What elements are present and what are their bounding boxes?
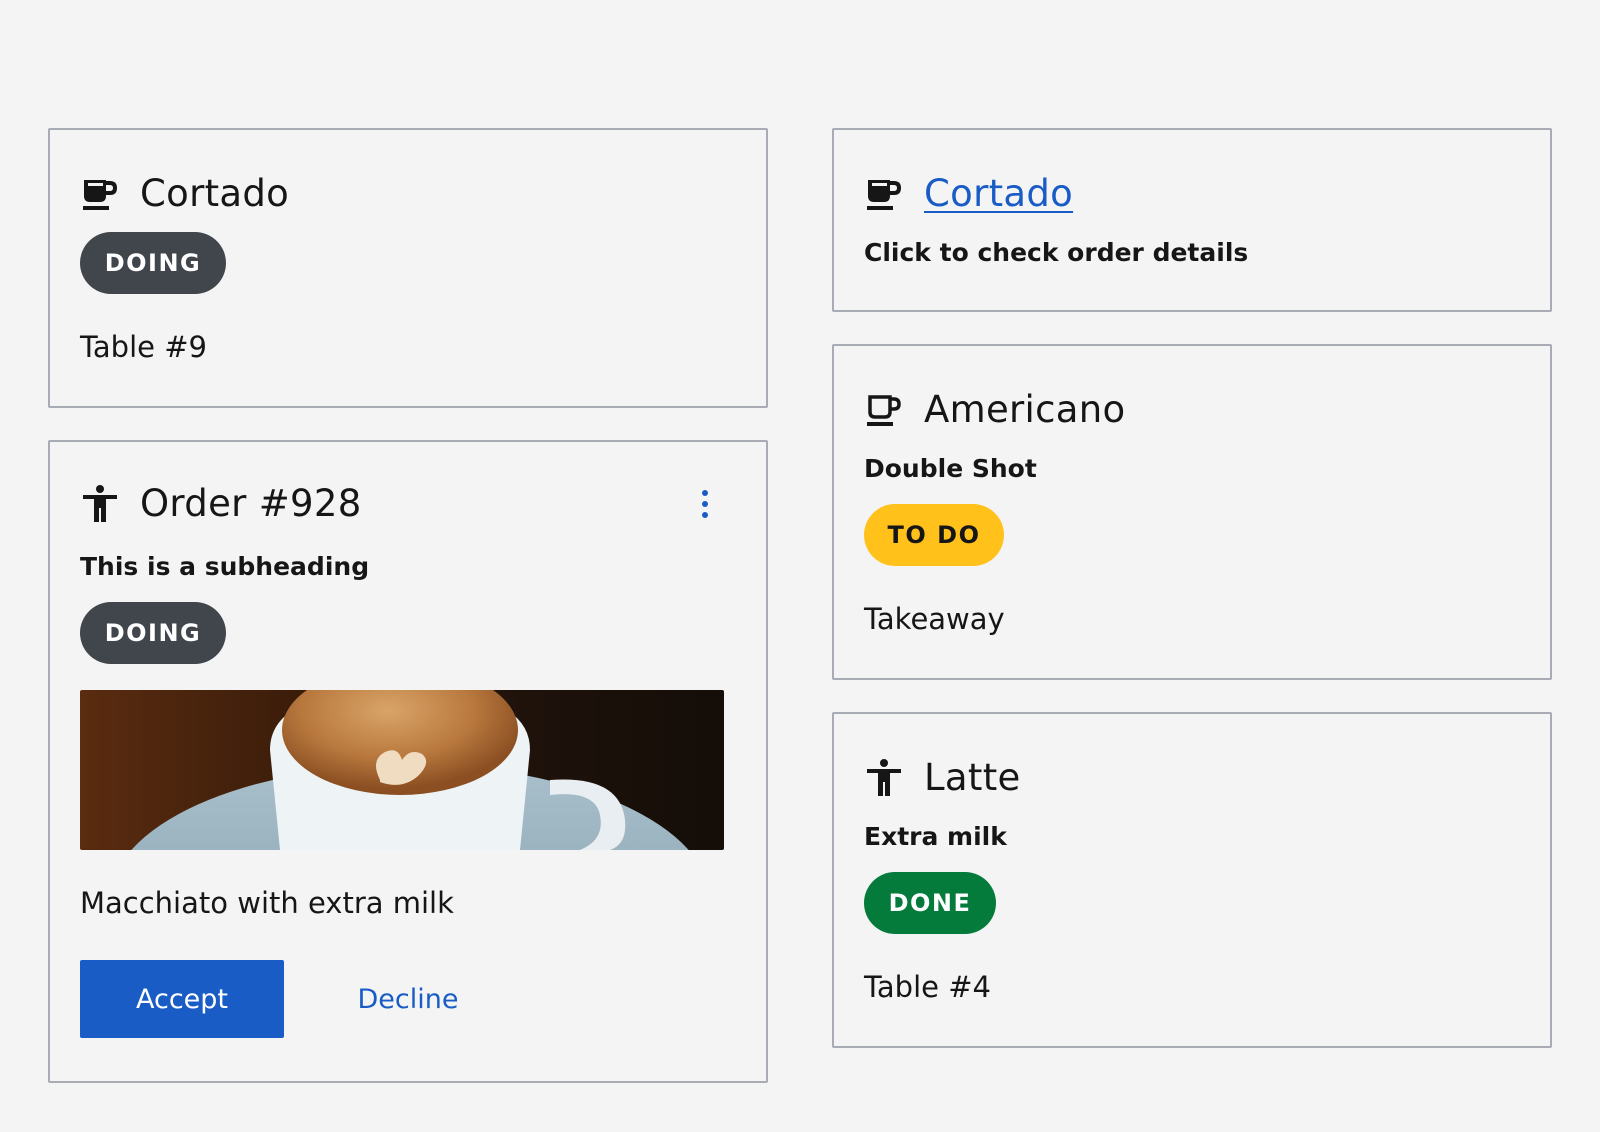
card-title: Cortado bbox=[140, 172, 290, 215]
accept-button[interactable]: Accept bbox=[80, 960, 284, 1038]
person-icon bbox=[864, 758, 904, 798]
card-subheading: This is a subheading bbox=[80, 552, 370, 581]
order-card-cortado: Cortado DOING Table #9 bbox=[48, 128, 768, 408]
card-title: Order #928 bbox=[140, 482, 362, 525]
coffee-cup-filled-icon bbox=[864, 174, 904, 214]
overflow-menu-vertical-icon[interactable] bbox=[698, 484, 712, 524]
card-subheading: Extra milk bbox=[864, 822, 1007, 851]
card-header: Americano bbox=[864, 388, 1125, 431]
table-number: Table #4 bbox=[864, 970, 991, 1004]
card-header: Order #928 bbox=[80, 482, 362, 525]
status-badge: TO DO bbox=[864, 504, 1004, 566]
card-header: Cortado bbox=[864, 172, 1073, 215]
card-title: Americano bbox=[924, 388, 1126, 431]
order-card-americano: Americano Double Shot TO DO Takeaway bbox=[832, 344, 1552, 680]
order-card-cortado-clickable[interactable]: Cortado Click to check order details bbox=[832, 128, 1552, 312]
person-icon bbox=[80, 484, 120, 524]
order-card-latte: Latte Extra milk DONE Table #4 bbox=[832, 712, 1552, 1048]
order-card-928: Order #928 This is a subheading DOING Ma… bbox=[48, 440, 768, 1083]
card-subheading: Click to check order details bbox=[864, 238, 1249, 267]
decline-button[interactable]: Decline bbox=[328, 960, 488, 1038]
card-header: Cortado bbox=[80, 172, 289, 215]
coffee-cup-outline-icon bbox=[864, 390, 904, 430]
card-title: Latte bbox=[924, 756, 1021, 799]
status-badge: DOING bbox=[80, 232, 226, 294]
card-header: Latte bbox=[864, 756, 1021, 799]
table-number: Table #9 bbox=[80, 330, 207, 364]
card-title-link[interactable]: Cortado bbox=[924, 172, 1073, 215]
status-badge: DONE bbox=[864, 872, 996, 934]
coffee-cup-filled-icon bbox=[80, 174, 120, 214]
coffee-latte-art-photo bbox=[80, 690, 724, 850]
order-type: Takeaway bbox=[864, 602, 1005, 636]
card-subheading: Double Shot bbox=[864, 454, 1037, 483]
status-badge: DOING bbox=[80, 602, 226, 664]
order-description: Macchiato with extra milk bbox=[80, 886, 454, 920]
